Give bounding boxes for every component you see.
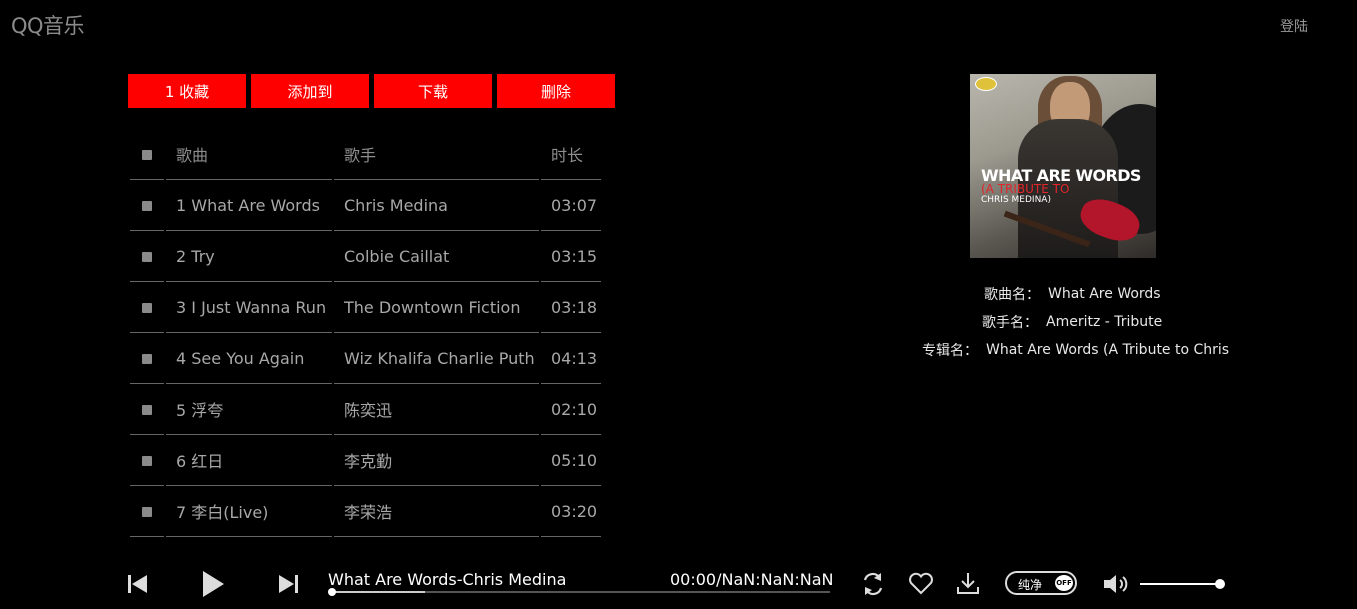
table-row[interactable]: 4 See You Again Wiz Khalifa Charlie Puth… xyxy=(130,333,601,384)
singer-name: Chris Medina xyxy=(334,180,539,231)
row-checkbox-cell xyxy=(130,282,164,333)
row-checkbox[interactable] xyxy=(142,251,152,262)
table-row[interactable]: 6 红日 李克勤 05:10 xyxy=(130,435,601,486)
volume-icon[interactable] xyxy=(1102,572,1130,596)
table-header-row: 歌曲 歌手 时长 xyxy=(130,129,601,180)
row-checkbox[interactable] xyxy=(142,353,152,364)
singer-name-row: 歌手名： Ameritz - Tribute xyxy=(910,308,1290,336)
song-duration: 02:10 xyxy=(541,384,601,435)
progress-buffered xyxy=(330,591,425,593)
row-checkbox-cell xyxy=(130,333,164,384)
row-checkbox-cell xyxy=(130,435,164,486)
add-to-button[interactable]: 添加到 xyxy=(251,74,369,108)
song-name[interactable]: 2 Try xyxy=(166,231,332,282)
album-cover: WHAT ARE WORDS (A TRIBUTE TO CHRIS MEDIN… xyxy=(970,74,1156,258)
song-name-value: What Are Words xyxy=(1048,286,1161,302)
song-name-label: 歌曲名： xyxy=(984,287,1040,303)
song-name-row: 歌曲名： What Are Words xyxy=(910,280,1290,308)
album-name-label: 专辑名： xyxy=(922,343,978,359)
row-checkbox[interactable] xyxy=(142,506,152,517)
song-info-panel: 歌曲名： What Are Words 歌手名： Ameritz - Tribu… xyxy=(910,280,1290,364)
table-row[interactable]: 7 李白(Live) 李荣浩 03:20 xyxy=(130,486,601,537)
now-playing-title: What Are Words-Chris Medina xyxy=(328,570,567,589)
table-row[interactable]: 2 Try Colbie Caillat 03:15 xyxy=(130,231,601,282)
row-checkbox[interactable] xyxy=(142,455,152,466)
pure-mode-toggle[interactable]: 纯净 OFF xyxy=(1005,571,1077,595)
delete-button[interactable]: 删除 xyxy=(497,74,615,108)
song-duration: 03:15 xyxy=(541,231,601,282)
download-button[interactable]: 下载 xyxy=(374,74,492,108)
favorite-button[interactable]: 1 收藏 xyxy=(128,74,246,108)
song-duration: 03:07 xyxy=(541,180,601,231)
playback-time: 00:00/NaN:NaN:NaN xyxy=(670,570,834,589)
singer-name: Wiz Khalifa Charlie Puth xyxy=(334,333,539,384)
singer-name-value: Ameritz - Tribute xyxy=(1046,314,1163,330)
singer-name: 李克勤 xyxy=(334,435,539,486)
next-icon[interactable] xyxy=(277,573,299,595)
cover-subtitle: (A TRIBUTE TO xyxy=(981,182,1070,196)
row-checkbox[interactable] xyxy=(142,302,152,313)
pure-mode-label: 纯净 xyxy=(1018,578,1043,592)
song-name[interactable]: 1 What Are Words xyxy=(166,180,332,231)
singer-name: The Downtown Fiction xyxy=(334,282,539,333)
column-header-song: 歌曲 xyxy=(166,129,332,180)
singer-name-label: 歌手名： xyxy=(982,315,1038,331)
table-row[interactable]: 1 What Are Words Chris Medina 03:07 xyxy=(130,180,601,231)
table-row[interactable]: 3 I Just Wanna Run The Downtown Fiction … xyxy=(130,282,601,333)
play-icon[interactable] xyxy=(201,570,225,598)
volume-fill xyxy=(1140,583,1220,585)
pure-mode-switch: OFF xyxy=(1055,575,1073,591)
cover-badge-icon xyxy=(975,77,997,91)
row-checkbox[interactable] xyxy=(142,200,152,211)
loop-icon[interactable] xyxy=(859,571,887,597)
row-checkbox-cell xyxy=(130,384,164,435)
singer-name: 陈奕迅 xyxy=(334,384,539,435)
player-bar: What Are Words-Chris Medina 00:00/NaN:Na… xyxy=(0,560,1357,609)
login-link[interactable]: 登陆 xyxy=(1280,16,1308,36)
cover-artist: CHRIS MEDINA) xyxy=(981,195,1051,205)
song-name[interactable]: 5 浮夸 xyxy=(166,384,332,435)
download-icon[interactable] xyxy=(956,571,980,597)
song-duration: 03:20 xyxy=(541,486,601,537)
volume-slider[interactable] xyxy=(1140,579,1225,589)
singer-name: 李荣浩 xyxy=(334,486,539,537)
row-checkbox-cell xyxy=(130,486,164,537)
song-name[interactable]: 7 李白(Live) xyxy=(166,486,332,537)
column-header-singer: 歌手 xyxy=(334,129,539,180)
progress-knob[interactable] xyxy=(328,588,336,596)
toolbar: 1 收藏 添加到 下载 删除 xyxy=(128,74,615,108)
column-header-duration: 时长 xyxy=(541,129,601,180)
volume-knob[interactable] xyxy=(1214,579,1225,589)
album-name-row: 专辑名： What Are Words (A Tribute to Chris xyxy=(910,336,1290,364)
row-checkbox-cell xyxy=(130,231,164,282)
song-duration: 04:13 xyxy=(541,333,601,384)
app-logo: QQ音乐 xyxy=(11,14,85,38)
song-list-table: 歌曲 歌手 时长 1 What Are Words Chris Medina 0… xyxy=(128,129,603,537)
table-row[interactable]: 5 浮夸 陈奕迅 02:10 xyxy=(130,384,601,435)
song-name[interactable]: 4 See You Again xyxy=(166,333,332,384)
heart-icon[interactable] xyxy=(908,572,934,596)
select-all-checkbox[interactable] xyxy=(142,149,152,160)
row-checkbox-cell xyxy=(130,180,164,231)
song-duration: 05:10 xyxy=(541,435,601,486)
song-duration: 03:18 xyxy=(541,282,601,333)
song-name[interactable]: 3 I Just Wanna Run xyxy=(166,282,332,333)
song-name[interactable]: 6 红日 xyxy=(166,435,332,486)
progress-bar[interactable] xyxy=(328,588,830,596)
row-checkbox[interactable] xyxy=(142,404,152,415)
select-all-cell xyxy=(130,129,164,180)
singer-name: Colbie Caillat xyxy=(334,231,539,282)
album-name-value: What Are Words (A Tribute to Chris xyxy=(986,342,1230,358)
previous-icon[interactable] xyxy=(127,573,149,595)
